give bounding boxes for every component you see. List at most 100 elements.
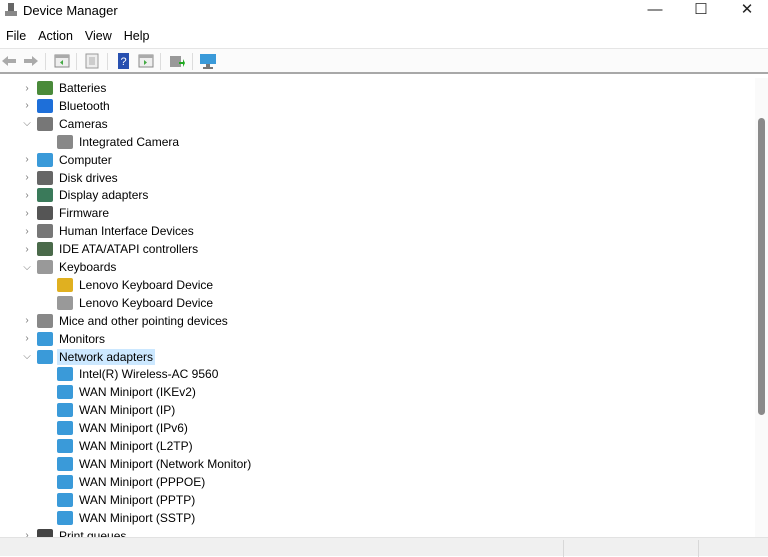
chevron-right-icon[interactable]: › [22, 315, 32, 326]
tree-item-label: Bluetooth [59, 98, 110, 113]
chevron-down-icon[interactable]: ⌵ [22, 262, 32, 273]
keyboard-warning-icon [57, 277, 73, 292]
tree-item-label: Print queues [59, 528, 127, 538]
tree-item-label: Lenovo Keyboard Device [79, 295, 214, 310]
tree-item-label: Keyboards [59, 260, 117, 274]
tree-item[interactable]: › Batteries [25, 79, 108, 97]
tree-item-label: WAN Miniport (PPPOE) [79, 474, 206, 489]
keyboard-icon [57, 295, 73, 310]
tree-item[interactable]: WAN Miniport (SSTP) [57, 509, 197, 527]
tree-item[interactable]: ⌵ Keyboards [23, 258, 118, 276]
chevron-right-icon[interactable]: › [22, 208, 32, 219]
chevron-right-icon[interactable]: › [22, 100, 32, 111]
tree-item[interactable]: › Human Interface Devices [25, 222, 196, 240]
network-adapter-icon [57, 367, 73, 382]
camera-icon [37, 116, 53, 131]
properties-icon[interactable] [84, 53, 100, 69]
tree-item-label: Mice and other pointing devices [59, 313, 228, 328]
battery-icon [37, 81, 53, 95]
window-title: Device Manager [23, 3, 118, 18]
network-adapter-icon [57, 456, 73, 471]
chevron-down-icon[interactable]: ⌵ [22, 118, 32, 129]
chevron-down-icon[interactable]: ⌵ [22, 351, 32, 362]
chevron-right-icon[interactable]: › [22, 333, 32, 344]
tree-item[interactable]: › Firmware [25, 204, 111, 222]
close-button[interactable]: ✕ [724, 0, 768, 22]
chevron-right-icon[interactable]: › [22, 190, 32, 201]
vertical-scrollbar[interactable] [755, 78, 768, 537]
tree-item-label: IDE ATA/ATAPI controllers [59, 242, 199, 257]
title-bar: Device Manager — ☐ ✕ [0, 0, 768, 24]
camera-icon [57, 134, 73, 149]
forward-icon[interactable] [23, 53, 39, 69]
tree-item[interactable]: WAN Miniport (IP) [57, 401, 177, 419]
tree-item[interactable]: Integrated Camera [57, 133, 181, 151]
back-icon[interactable] [1, 53, 17, 69]
chevron-right-icon[interactable]: › [22, 172, 32, 183]
help-icon[interactable]: ? [116, 53, 132, 69]
network-adapter-icon [57, 439, 73, 453]
keyboard-icon [37, 260, 53, 274]
monitor-icon [37, 331, 53, 346]
menu-help[interactable]: Help [118, 27, 156, 45]
tree-item-label: Network adapters [57, 348, 156, 365]
chevron-right-icon[interactable]: › [22, 244, 32, 255]
tree-item[interactable]: › IDE ATA/ATAPI controllers [25, 240, 200, 258]
scan-hardware-icon[interactable] [200, 53, 216, 69]
tree-item-label: WAN Miniport (IKEv2) [79, 385, 196, 400]
minimize-button[interactable]: — [632, 0, 678, 22]
tree-item-label: Monitors [59, 331, 106, 346]
tree-item[interactable]: › Bluetooth [25, 97, 112, 115]
menu-bar: File Action View Help [0, 27, 156, 45]
tree-item[interactable]: › Monitors [25, 330, 107, 348]
tree-item[interactable]: WAN Miniport (PPTP) [57, 491, 197, 509]
tree-item[interactable]: ⌵ Network adapters [23, 348, 156, 366]
chevron-right-icon[interactable]: › [22, 530, 32, 537]
svg-text:?: ? [121, 56, 127, 68]
hid-icon [37, 224, 53, 239]
tree-item[interactable]: WAN Miniport (IPv6) [57, 419, 190, 437]
tree-item-label: WAN Miniport (L2TP) [79, 439, 193, 453]
tree-item-label: WAN Miniport (IP) [79, 403, 176, 418]
tree-item[interactable]: › Mice and other pointing devices [25, 312, 230, 330]
tree-item[interactable]: › Computer [25, 151, 114, 169]
action-pane-icon[interactable] [138, 53, 154, 69]
tree-item-label: WAN Miniport (SSTP) [79, 510, 196, 525]
tree-item[interactable]: WAN Miniport (Network Monitor) [57, 455, 253, 473]
tree-item-label: Cameras [59, 116, 108, 131]
menu-file[interactable]: File [0, 27, 32, 45]
display-adapter-icon [37, 188, 53, 203]
tree-item[interactable]: WAN Miniport (L2TP) [57, 437, 195, 455]
chevron-right-icon[interactable]: › [22, 83, 32, 94]
chevron-right-icon[interactable]: › [22, 226, 32, 237]
chevron-right-icon[interactable]: › [22, 154, 32, 165]
tree-item-label: Lenovo Keyboard Device [79, 277, 214, 292]
tree-item[interactable]: ⌵ Cameras [23, 115, 110, 133]
tree-item[interactable]: WAN Miniport (PPPOE) [57, 473, 207, 491]
tree-item[interactable]: Lenovo Keyboard Device [57, 276, 215, 294]
device-manager-icon [5, 3, 17, 17]
tree-item[interactable]: Intel(R) Wireless-AC 9560 [57, 365, 220, 383]
scrollbar-thumb[interactable] [758, 118, 765, 415]
network-adapter-icon [57, 474, 73, 489]
tree-item-label: Computer [59, 152, 112, 167]
menu-action[interactable]: Action [32, 27, 79, 45]
tree-item[interactable]: › Display adapters [25, 186, 150, 204]
tree-item[interactable]: › Disk drives [25, 169, 120, 187]
tree-item[interactable]: › Print queues [25, 527, 128, 538]
tree-item[interactable]: WAN Miniport (IKEv2) [57, 383, 198, 401]
maximize-button[interactable]: ☐ [678, 0, 724, 22]
tree-item-label: Display adapters [59, 188, 149, 203]
tree-item-label: Batteries [59, 81, 107, 95]
network-adapter-icon [57, 403, 73, 418]
tree-item-label: Human Interface Devices [59, 224, 194, 239]
tree-item[interactable]: Lenovo Keyboard Device [57, 294, 215, 312]
network-adapter-icon [57, 492, 73, 507]
update-driver-icon[interactable] [169, 53, 185, 69]
toolbar: ? [0, 48, 768, 74]
menu-view[interactable]: View [79, 27, 118, 45]
tree-item-label: Firmware [59, 206, 109, 221]
device-tree[interactable]: › Batteries › Bluetooth ⌵ Cameras Integrated C… [0, 78, 755, 537]
show-hide-console-tree-icon[interactable] [54, 53, 70, 69]
tree-item-label: WAN Miniport (IPv6) [79, 421, 188, 436]
